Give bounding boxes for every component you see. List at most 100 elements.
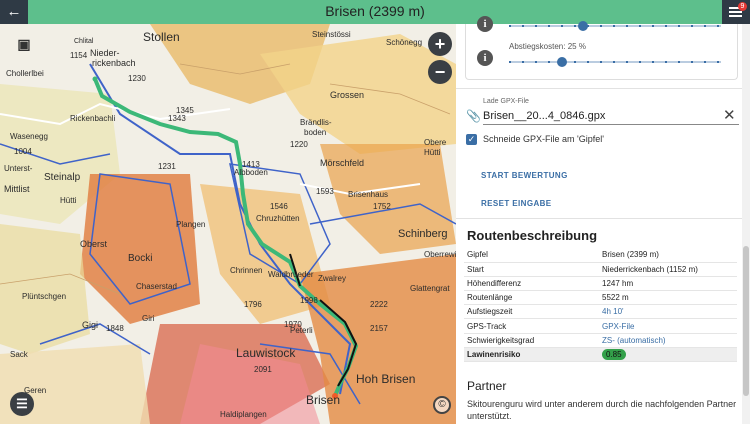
map-label: 2222: [370, 300, 388, 309]
settings-card: [465, 24, 738, 80]
route-key: GPS-Track: [464, 318, 599, 334]
map-label: Sack: [10, 350, 28, 359]
route-key: Routenlänge: [464, 290, 599, 306]
start-evaluation-button[interactable]: START BEWERTUNG: [481, 171, 568, 180]
map-label: Chollerlbei: [6, 69, 44, 78]
partner-title: Partner: [467, 379, 507, 393]
route-row: Aufstiegszeit 4h 10': [464, 304, 737, 320]
map-label: Chruzhütten: [256, 214, 300, 223]
risk-badge[interactable]: 0.85: [602, 348, 626, 360]
route-value[interactable]: 4h 10': [599, 304, 737, 320]
route-value: 0.85: [599, 347, 737, 363]
map-label: 1230: [128, 74, 146, 83]
cut-gpx-checkbox[interactable]: ✓: [466, 134, 477, 145]
map-label: Mörschfeld: [320, 158, 365, 168]
route-row: Lawinenrisiko 0.85: [464, 347, 737, 363]
map-label: 1343: [168, 114, 186, 123]
map-label: 1546: [270, 202, 288, 211]
map-label: Oberst: [80, 239, 108, 249]
divider: [456, 218, 742, 219]
map-label: Grossen: [330, 90, 365, 100]
map-search-icon[interactable]: ▣: [12, 32, 36, 56]
map-label: Lauwistock: [236, 346, 296, 360]
map-label: 1796: [244, 300, 262, 309]
route-row: Schwierigkeitsgrad ZS- (automatisch): [464, 333, 737, 348]
route-key: Schwierigkeitsgrad: [464, 333, 599, 348]
cost-slider-1[interactable]: [509, 25, 721, 27]
map-label: Brisen: [306, 393, 341, 407]
info-icon[interactable]: i: [477, 16, 493, 32]
route-row: Gipfel Brisen (2399 m): [464, 248, 737, 263]
reset-input-button[interactable]: RESET EINGABE: [481, 199, 552, 208]
map-label: Rickenbachli: [70, 114, 116, 123]
map-label: boden: [304, 128, 327, 137]
layers-button[interactable]: ☰: [10, 392, 34, 416]
map-label: Chaserstad: [136, 282, 177, 291]
map-label: 1848: [106, 324, 124, 333]
route-row: GPS-Track GPX-File: [464, 318, 737, 334]
map-label: Giri: [142, 314, 155, 323]
map-label: Schönegg: [386, 38, 423, 47]
route-value: 1247 hm: [599, 276, 737, 292]
map-label: Hoh Brisen: [356, 372, 416, 386]
descent-cost-slider[interactable]: [509, 61, 721, 63]
map-label: Zwalrey: [318, 274, 347, 283]
map-label: Waldbrueder: [268, 270, 314, 279]
route-row: Start Niederrickenbach (1152 m): [464, 262, 737, 277]
gpx-input-underline: [483, 124, 739, 125]
zoom-in-button[interactable]: +: [428, 32, 452, 56]
map-label: Steinalp: [44, 172, 81, 183]
page-title: Brisen (2399 m): [325, 3, 425, 19]
map-label: Gigi: [82, 320, 99, 330]
divider: [456, 88, 742, 89]
paperclip-icon[interactable]: 📎: [466, 109, 481, 123]
route-key: Start: [464, 262, 599, 277]
close-icon[interactable]: ✕: [723, 106, 736, 124]
info-icon-2[interactable]: i: [477, 50, 493, 66]
route-key: Aufstiegszeit: [464, 304, 599, 320]
copyright-icon[interactable]: ©: [433, 396, 451, 414]
map-label: 2157: [370, 324, 388, 333]
scrollbar-thumb[interactable]: [743, 246, 749, 396]
route-key: Höhendifferenz: [464, 276, 599, 292]
menu-button[interactable]: 9: [722, 0, 750, 24]
map-label: 1231: [158, 162, 176, 171]
route-key: Lawinenrisiko: [464, 347, 599, 363]
map-label: Albboden: [234, 168, 268, 177]
notification-badge: 9: [738, 2, 747, 11]
partner-text: Skitourenguru wird unter anderem durch d…: [467, 399, 737, 421]
map-label: Haldiplangen: [220, 410, 267, 419]
route-description-title: Routenbeschreibung: [467, 228, 598, 243]
map-label: Schinberg: [398, 228, 448, 240]
top-bar: ← Brisen (2399 m) 9: [0, 0, 750, 24]
map-label: rickenbach: [92, 58, 136, 68]
route-value[interactable]: ZS- (automatisch): [599, 333, 737, 348]
map-label: Glattengrat: [410, 284, 450, 293]
map-label: Mittlist: [4, 184, 30, 194]
map-label: 2091: [254, 365, 272, 374]
route-value: Brisen (2399 m): [599, 248, 737, 263]
panel-scrollbar[interactable]: [742, 24, 750, 424]
map-view[interactable]: Stollen Nieder-rickenbach Chlital 1154 1230 C…: [0, 24, 456, 424]
map-label: 1345: [176, 106, 194, 115]
route-key: Gipfel: [464, 248, 599, 263]
slider-thumb-2[interactable]: [557, 57, 567, 67]
gpx-file-label: Lade GPX-File: [483, 98, 529, 105]
map-label: 1998: [300, 296, 318, 305]
zoom-out-button[interactable]: −: [428, 60, 452, 84]
side-panel: [456, 24, 750, 424]
layers-icon: ☰: [16, 396, 28, 411]
route-value[interactable]: GPX-File: [599, 318, 737, 334]
route-value: Niederrickenbach (1152 m): [599, 262, 737, 277]
map-label: Brisenhaus: [348, 190, 389, 199]
route-value: 5522 m: [599, 290, 737, 306]
map-label: Nieder-: [90, 48, 120, 58]
map-label: Wasenegg: [10, 132, 48, 141]
map-label: Bocki: [128, 253, 153, 264]
topo-map: [0, 24, 456, 424]
cut-gpx-label[interactable]: Schneide GPX-File am 'Gipfel': [483, 134, 604, 144]
map-label: Chrinnen: [230, 266, 263, 275]
map-label: 1752: [373, 202, 391, 211]
map-label: Steinstössi: [312, 30, 351, 39]
gpx-file-input[interactable]: Brisen__20...4_0846.gpx: [483, 110, 605, 122]
